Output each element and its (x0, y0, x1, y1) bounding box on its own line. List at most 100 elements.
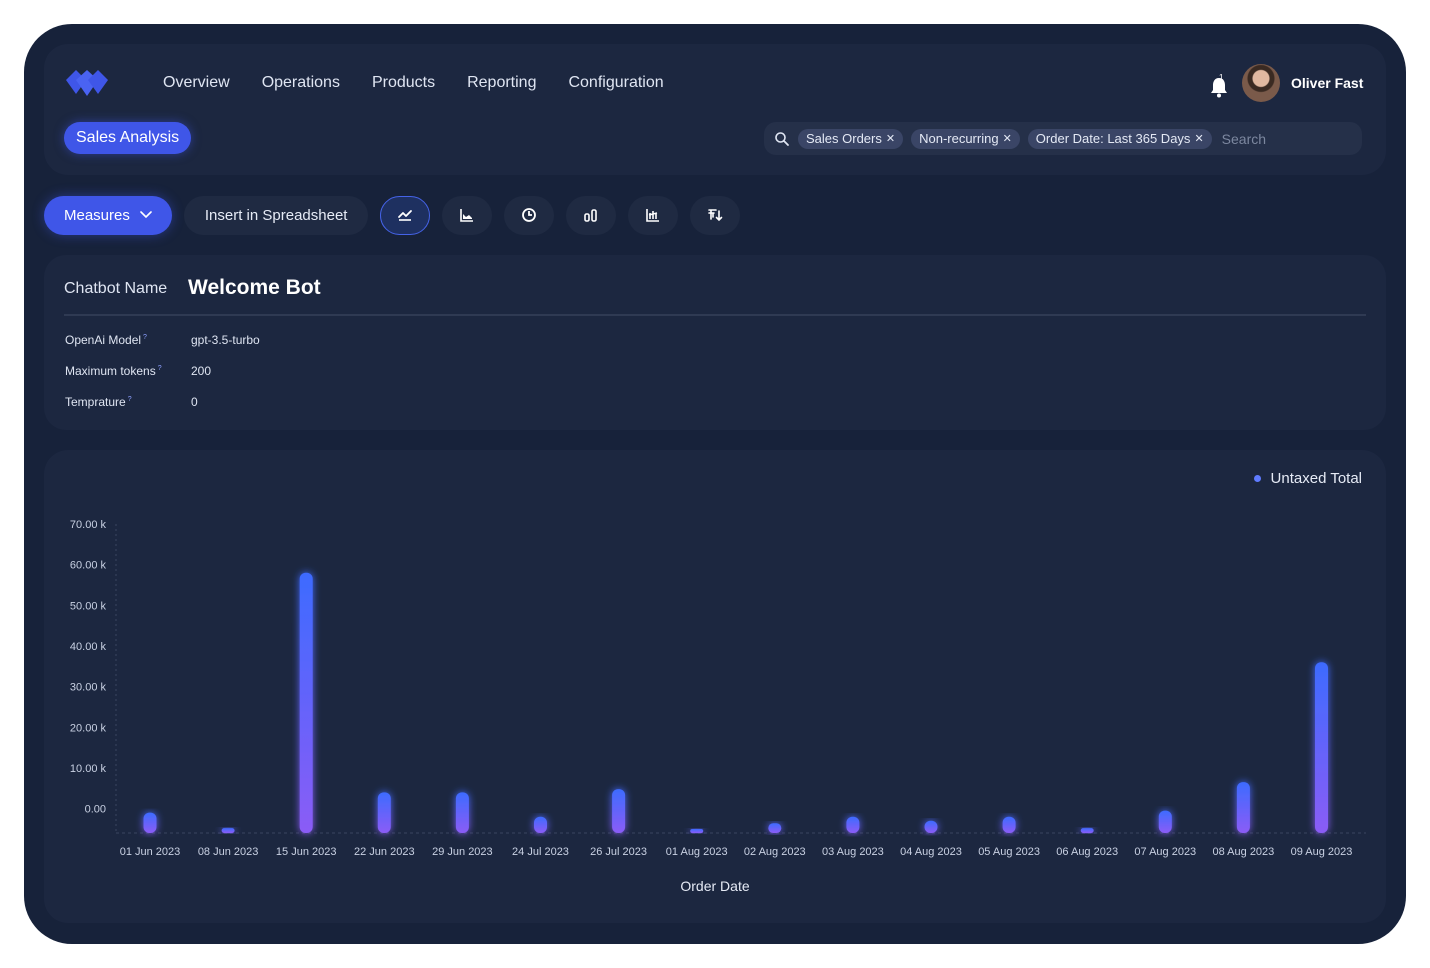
field-value[interactable]: 200 (191, 364, 211, 378)
x-tick-label: 02 Aug 2023 (744, 846, 806, 858)
y-tick-label: 30.00 k (70, 682, 107, 694)
bar[interactable] (143, 812, 157, 833)
bar[interactable] (455, 792, 469, 833)
pie-chart-icon (522, 208, 537, 222)
insert-spreadsheet-button[interactable]: Insert in Spreadsheet (183, 195, 369, 235)
bar[interactable] (1236, 782, 1250, 833)
line-chart-view-button[interactable] (380, 195, 431, 235)
x-tick-label: 04 Aug 2023 (900, 846, 962, 858)
filter-chip[interactable]: Non-recurring ✕ (911, 128, 1020, 149)
field-label: Maximum tokens (65, 364, 156, 378)
filter-chip[interactable]: Order Date: Last 365 Days ✕ (1027, 128, 1212, 149)
area-chart-icon (460, 209, 474, 222)
avatar[interactable] (1242, 64, 1280, 102)
field-label: OpenAi Model (65, 333, 142, 347)
tab-sales-analysis[interactable]: Sales Analysis (64, 122, 192, 154)
divider (64, 314, 1366, 316)
chatbot-card: Chatbot Name Welcome Bot OpenAi Model? g… (44, 255, 1386, 430)
x-tick-label: 05 Aug 2023 (978, 846, 1040, 858)
field-temperature: Temprature? 0 (65, 395, 198, 409)
x-tick-label: 06 Aug 2023 (1056, 846, 1118, 858)
y-tick-label: 20.00 k (70, 722, 107, 734)
chevron-down-icon (140, 211, 152, 219)
field-openai-model: OpenAi Model? gpt-3.5-turbo (65, 333, 260, 347)
x-tick-label: 29 Jun 2023 (432, 846, 493, 858)
help-icon[interactable]: ? (143, 334, 147, 341)
brand-logo-icon[interactable] (64, 68, 110, 98)
nav-reporting[interactable]: Reporting (467, 74, 536, 92)
bar[interactable] (1158, 810, 1172, 833)
y-tick-label: 70.00 k (70, 519, 107, 531)
x-tick-label: 26 Jul 2023 (590, 846, 647, 858)
bar[interactable] (846, 816, 860, 833)
bar[interactable] (924, 820, 938, 833)
x-tick-label: 24 Jul 2023 (512, 846, 569, 858)
field-label: Temprature (65, 395, 126, 409)
bar-chart: 0.00 10.00 k 20.00 k 30.00 k 40.00 k 50.00 k 6… (70, 519, 1366, 858)
measures-button[interactable]: Measures (44, 195, 172, 235)
nav-configuration[interactable]: Configuration (568, 74, 663, 92)
y-tick-label: 40.00 k (70, 641, 107, 653)
y-tick-label: 60.00 k (70, 560, 107, 572)
chatbot-name-label: Chatbot Name (64, 280, 168, 297)
toolbar: Measures Insert in Spreadsheet (44, 195, 741, 235)
bar[interactable] (690, 829, 704, 833)
help-icon[interactable]: ? (158, 365, 162, 372)
measures-label: Measures (64, 206, 130, 224)
x-tick-label: 15 Jun 2023 (276, 846, 337, 858)
bar[interactable] (377, 792, 391, 833)
top-header: Overview Operations Products Reporting C… (44, 44, 1386, 175)
help-icon[interactable]: ? (128, 396, 132, 403)
bar[interactable] (221, 828, 235, 833)
nav-overview[interactable]: Overview (163, 74, 230, 92)
search-icon (775, 131, 789, 146)
area-chart-view-button[interactable] (442, 195, 493, 235)
stacked-chart-icon (646, 209, 660, 222)
line-chart-icon (398, 210, 413, 221)
x-tick-label: 22 Jun 2023 (354, 846, 415, 858)
notification-count: 1 (1219, 73, 1224, 82)
y-tick-label: 10.00 k (70, 763, 107, 775)
field-value[interactable]: gpt-3.5-turbo (191, 333, 260, 347)
y-tick-label: 0.00 (85, 804, 106, 816)
close-icon[interactable]: ✕ (1003, 132, 1012, 145)
x-tick-label: 03 Aug 2023 (822, 846, 884, 858)
bar-chart-icon (584, 209, 598, 222)
search-input[interactable] (1221, 130, 1352, 147)
bar-chart-view-button[interactable] (566, 195, 617, 235)
filter-chip-label: Order Date: Last 365 Days (1035, 131, 1191, 146)
x-tick-label: 09 Aug 2023 (1291, 846, 1353, 858)
bar[interactable] (612, 789, 626, 833)
pie-chart-view-button[interactable] (504, 195, 555, 235)
filter-chip-label: Sales Orders (806, 131, 882, 146)
bar[interactable] (299, 572, 313, 833)
x-tick-label: 07 Aug 2023 (1134, 846, 1196, 858)
bar[interactable] (1002, 816, 1016, 833)
field-max-tokens: Maximum tokens? 200 (65, 364, 211, 378)
nav-products[interactable]: Products (372, 74, 435, 92)
chatbot-name-value[interactable]: Welcome Bot (188, 276, 321, 300)
filter-chip-label: Non-recurring (919, 131, 999, 146)
chart-card: Untaxed Total 0.00 10.00 k 20.00 k 30.00 k4… (44, 450, 1386, 923)
filter-chip[interactable]: Sales Orders ✕ (798, 128, 904, 149)
bar[interactable] (768, 823, 782, 833)
stacked-chart-view-button[interactable] (628, 195, 679, 235)
x-axis-title: Order Date (680, 878, 750, 894)
search-bar[interactable]: Sales Orders ✕ Non-recurring ✕ Order Date:… (764, 122, 1362, 155)
x-tick-label: 01 Jun 2023 (120, 846, 181, 858)
close-icon[interactable]: ✕ (886, 132, 895, 145)
bar[interactable] (1080, 828, 1094, 833)
y-tick-label: 50.00 k (70, 600, 107, 612)
x-tick-label: 08 Jun 2023 (198, 846, 259, 858)
bar[interactable] (534, 816, 547, 833)
app-window: Overview Operations Products Reporting C… (24, 24, 1406, 944)
close-icon[interactable]: ✕ (1194, 132, 1203, 145)
sort-view-button[interactable] (690, 195, 741, 235)
bar[interactable] (1315, 662, 1328, 833)
main-nav: Overview Operations Products Reporting C… (163, 74, 664, 92)
x-tick-label: 08 Aug 2023 (1213, 846, 1275, 858)
nav-operations[interactable]: Operations (262, 74, 340, 92)
x-tick-label: 01 Aug 2023 (666, 846, 728, 858)
field-value[interactable]: 0 (191, 395, 198, 409)
user-name[interactable]: Oliver Fast (1291, 75, 1363, 91)
